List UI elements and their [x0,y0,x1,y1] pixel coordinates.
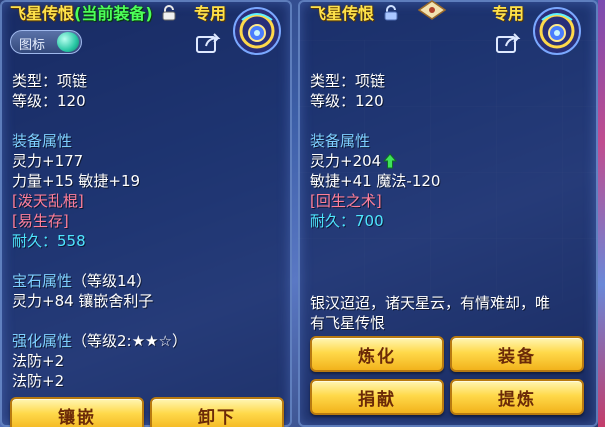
enhance-attr-line: 法防+2 [12,372,65,390]
durability: 耐久：700 [310,212,384,230]
extract-button[interactable]: 提炼 [450,379,584,415]
necklace-item-icon [230,6,284,56]
gem-level: （等级14） [72,272,152,290]
icon-toggle[interactable]: 图标 [10,30,82,54]
lock-icon[interactable] [162,4,176,25]
toggle-knob [57,32,79,52]
item-description-line: 银汉迢迢，诸天星云，有情难却，唯 [310,294,551,312]
refine-button[interactable]: 炼化 [310,336,444,372]
item-title: 飞星传恨(当前装备) [10,0,176,25]
equipped-item-tooltip: 飞星传恨(当前装备) 专用 图标 类型：项链 等级：120 装备属性 灵力+17… [0,0,292,427]
special-skill: [回生之术] [310,192,382,210]
background-edge-decoration [598,0,605,427]
current-equipped-tag: (当前装备) [74,4,153,23]
item-title: 飞星传恨 [310,0,398,25]
special-skill: [泼天乱棍] [12,192,84,210]
equip-attr-line: 敏捷+41 魔法-120 [310,172,441,190]
enhance-attr-row: 强化属性（等级2:★★☆） [12,330,187,351]
equip-attr-header: 装备属性 [310,132,371,150]
share-icon[interactable] [196,32,222,54]
item-name: 飞星传恨 [310,4,375,23]
gem-attr-line: 灵力+84 镶嵌舍利子 [12,292,154,310]
enhance-level: （等级2:★★☆） [72,332,187,350]
donate-button[interactable]: 捐献 [310,379,444,415]
icon-toggle-label: 图标 [19,38,46,53]
equip-attr-line: 力量+15 敏捷+19 [12,172,141,190]
compare-item-tooltip: 飞星传恨 专用 类型：项链 等级：120 装备属性 灵力+204 敏捷+41 魔… [298,0,598,427]
equip-attr-line: 灵力+177 [12,152,84,170]
necklace-item-icon [530,6,584,56]
item-description-line: 有飞星传恨 [310,314,386,332]
unequip-button[interactable]: 卸下 [150,397,284,427]
item-type: 类型：项链 [12,72,88,90]
gem-attr-header: 宝石属性 [12,272,73,290]
durability: 耐久：558 [12,232,86,250]
gem-attr-row: 宝石属性（等级14） [12,270,151,291]
equip-attr-header: 装备属性 [12,132,73,150]
exclusive-tag: 专用 [492,4,525,23]
item-level: 等级：120 [310,92,384,110]
equip-button[interactable]: 装备 [450,336,584,372]
exclusive-tag: 专用 [194,4,227,23]
share-icon[interactable] [496,32,522,54]
enhance-attr-line: 法防+2 [12,352,65,370]
enhance-attr-header: 强化属性 [12,332,73,350]
equip-attr-value: 灵力+204 [310,152,382,170]
item-level: 等级：120 [12,92,86,110]
inlay-button[interactable]: 镶嵌 [10,397,144,427]
lock-icon[interactable] [384,4,398,25]
item-name: 飞星传恨 [10,4,75,23]
appraise-badge-icon [417,0,447,20]
special-effect: [易生存] [12,212,69,230]
item-type: 类型：项链 [310,72,386,90]
